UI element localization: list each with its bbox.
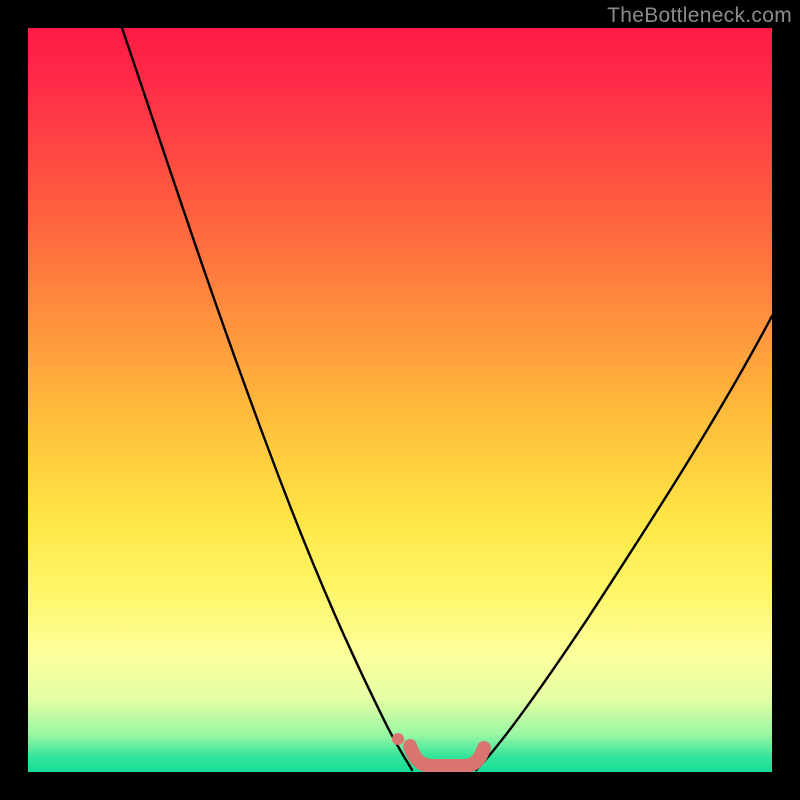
right-curve (476, 316, 772, 770)
watermark-text: TheBottleneck.com (607, 4, 792, 28)
curves-layer (28, 28, 772, 772)
left-curve (122, 28, 412, 770)
chart-frame: TheBottleneck.com (0, 0, 800, 800)
marker-dot (392, 733, 404, 745)
bottom-marker (410, 746, 484, 766)
plot-area (28, 28, 772, 772)
